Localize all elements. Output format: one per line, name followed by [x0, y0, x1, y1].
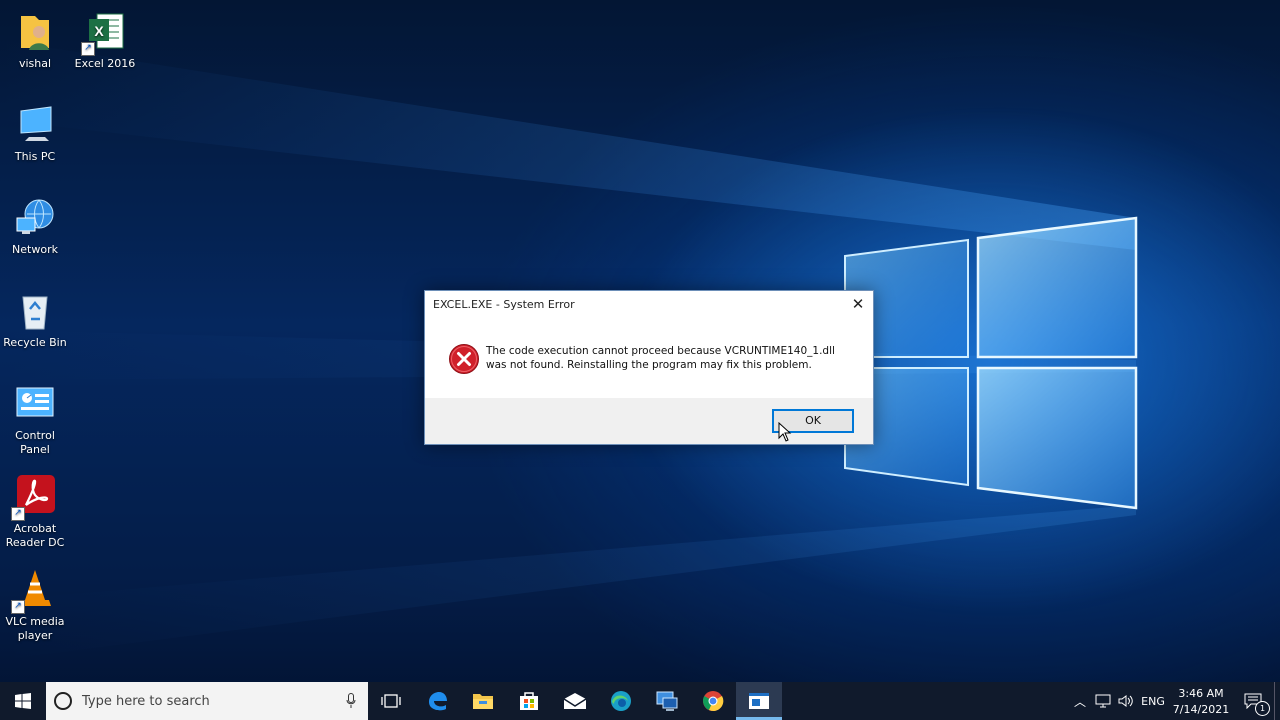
desktop-icon-label: Acrobat Reader DC	[5, 522, 65, 549]
show-desktop-button[interactable]	[1274, 682, 1280, 720]
desktop-icon-acrobat[interactable]: ↗ Acrobat Reader DC	[0, 475, 70, 550]
task-view-icon	[381, 694, 401, 708]
desktop-icon-this-pc[interactable]: This PC	[0, 103, 70, 164]
desktop-icon-vlc[interactable]: ↗ VLC media player	[0, 568, 70, 643]
desktop-icon-recycle-bin[interactable]: Recycle Bin	[0, 289, 70, 350]
desktop-icon-label: Control Panel	[15, 429, 55, 456]
computer-icon	[13, 103, 57, 147]
desktop-icon-control-panel[interactable]: Control Panel	[0, 382, 70, 457]
volume-tray-button[interactable]	[1116, 682, 1136, 720]
search-placeholder: Type here to search	[82, 693, 210, 709]
recycle-bin-icon	[13, 289, 57, 333]
network-tray-button[interactable]	[1092, 682, 1114, 720]
mouse-cursor-icon	[778, 422, 792, 442]
clock[interactable]: 3:46 AM 7/14/2021	[1170, 682, 1232, 720]
active-app-icon	[749, 693, 769, 709]
language-indicator[interactable]: ENG	[1138, 682, 1168, 720]
vlc-icon: ↗	[11, 568, 57, 614]
volume-icon	[1118, 695, 1133, 707]
taskbar-active-app[interactable]	[736, 682, 782, 720]
taskbar-remote-desktop[interactable]	[644, 682, 690, 720]
desktop-icon-vishal[interactable]: vishal	[0, 10, 70, 71]
shortcut-arrow-icon: ↗	[11, 600, 25, 614]
edge-legacy-icon	[429, 692, 447, 711]
notification-count-badge: 1	[1255, 701, 1270, 716]
shortcut-arrow-icon: ↗	[81, 42, 95, 56]
remote-desktop-icon	[656, 691, 678, 711]
desktop-icon-excel[interactable]: X ↗ Excel 2016	[70, 10, 140, 71]
desktop-icon-label: VLC media player	[5, 615, 65, 642]
desktop-icon-label: This PC	[14, 150, 56, 163]
svg-text:X: X	[94, 23, 104, 39]
start-button[interactable]	[0, 682, 46, 720]
edge-icon	[611, 691, 631, 711]
taskbar-chrome[interactable]	[690, 682, 736, 720]
error-message: The code execution cannot proceed becaus…	[486, 345, 835, 371]
excel-icon: X ↗	[81, 10, 127, 56]
user-folder-icon	[13, 10, 57, 54]
chrome-icon	[703, 691, 724, 711]
cortana-icon	[54, 692, 72, 710]
desktop-icon-label: Excel 2016	[74, 57, 136, 70]
clock-date: 7/14/2021	[1172, 702, 1230, 716]
error-icon	[448, 343, 480, 375]
dialog-title: EXCEL.EXE - System Error	[433, 298, 575, 311]
dialog-footer: OK	[425, 398, 873, 444]
shortcut-arrow-icon: ↗	[11, 507, 25, 521]
store-icon	[520, 692, 538, 710]
desktop-icon-label: Network	[12, 243, 58, 256]
network-icon	[13, 196, 57, 240]
control-panel-icon	[13, 382, 57, 426]
taskbar: Type here to search ︿ ENG 3:46 AM 7/14/2…	[0, 682, 1280, 720]
taskbar-file-explorer[interactable]	[460, 682, 506, 720]
file-explorer-icon	[473, 694, 493, 709]
close-icon: ✕	[851, 295, 865, 313]
show-hidden-icons-button[interactable]: ︿	[1070, 682, 1090, 720]
microphone-icon[interactable]	[346, 693, 356, 709]
taskbar-edge-legacy[interactable]	[414, 682, 460, 720]
mail-icon	[563, 693, 587, 709]
close-button[interactable]: ✕	[843, 291, 873, 317]
network-status-icon	[1095, 694, 1111, 708]
desktop-icon-label: Recycle Bin	[3, 336, 67, 349]
search-input[interactable]: Type here to search	[46, 682, 368, 720]
chevron-up-icon: ︿	[1073, 694, 1086, 709]
taskbar-mail[interactable]	[552, 682, 598, 720]
system-error-dialog: EXCEL.EXE - System Error ✕ The code exec…	[424, 290, 874, 445]
desktop-icon-network[interactable]: Network	[0, 196, 70, 257]
windows-logo-icon	[15, 693, 31, 709]
clock-time: 3:46 AM	[1178, 686, 1224, 700]
desktop-icon-label: vishal	[18, 57, 52, 70]
taskbar-edge[interactable]	[598, 682, 644, 720]
acrobat-icon: ↗	[11, 475, 57, 521]
task-view-button[interactable]	[368, 682, 414, 720]
taskbar-store[interactable]	[506, 682, 552, 720]
action-center-button[interactable]: 1	[1236, 682, 1270, 720]
